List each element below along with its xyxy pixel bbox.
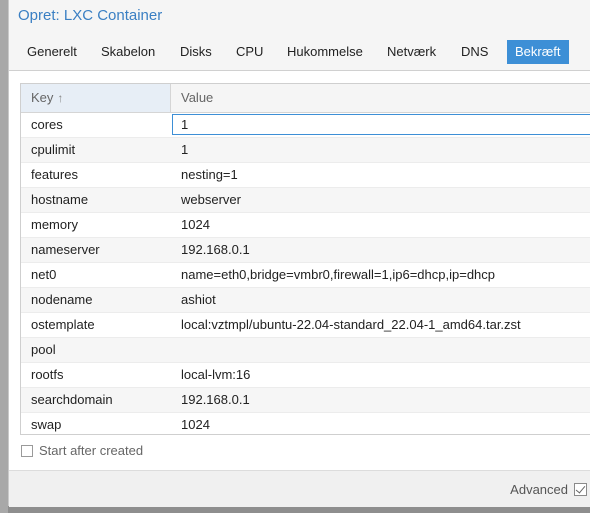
advanced-checkbox[interactable]	[574, 483, 587, 496]
row-value: local:vztmpl/ubuntu-22.04-standard_22.04…	[181, 317, 521, 332]
row-value: local-lvm:16	[181, 367, 251, 382]
table-row[interactable]: nodename ashiot	[21, 288, 590, 313]
row-key: net0	[31, 267, 57, 282]
row-key: ostemplate	[31, 317, 95, 332]
grid-rows: cores 1 cpulimit 1 features nesting=1 ho…	[21, 113, 590, 434]
row-key: searchdomain	[31, 392, 113, 407]
advanced-toggle[interactable]: Advanced	[510, 482, 587, 497]
tab-dns[interactable]: DNS	[453, 40, 496, 64]
start-after-created-label: Start after created	[39, 443, 144, 458]
row-value: 192.168.0.1	[181, 242, 250, 257]
row-value: ashiot	[181, 292, 216, 307]
dialog-title-bar[interactable]: Opret: LXC Container	[9, 0, 590, 34]
advanced-label: Advanced	[510, 482, 568, 497]
table-row[interactable]: cores 1	[21, 113, 590, 138]
row-value: webserver	[181, 192, 241, 207]
table-row[interactable]: net0 name=eth0,bridge=vmbr0,firewall=1,i…	[21, 263, 590, 288]
column-header-value[interactable]: Value	[171, 84, 590, 112]
start-after-created-option[interactable]: Start after created	[21, 443, 143, 459]
row-value: 1024	[181, 417, 210, 432]
tab-bekraeft[interactable]: Bekræft	[507, 40, 569, 64]
row-key: swap	[31, 417, 62, 432]
table-row[interactable]: ostemplate local:vztmpl/ubuntu-22.04-sta…	[21, 313, 590, 338]
row-value: 1	[181, 142, 189, 157]
row-key: memory	[31, 217, 78, 232]
row-key: hostname	[31, 192, 89, 207]
row-key: nameserver	[31, 242, 100, 257]
row-value: name=eth0,bridge=vmbr0,firewall=1,ip6=dh…	[181, 267, 496, 282]
row-key: cores	[31, 117, 63, 132]
confirm-panel: Key ↑ Value cores 1 cpulimit 1 features n…	[9, 70, 590, 471]
selected-cell-outline	[172, 114, 590, 135]
table-row[interactable]: swap 1024	[21, 413, 590, 434]
table-row[interactable]: hostname webserver	[21, 188, 590, 213]
arrow-up-icon: ↑	[57, 91, 64, 105]
table-row[interactable]: memory 1024	[21, 213, 590, 238]
row-key: pool	[31, 342, 56, 357]
tab-hukommelse[interactable]: Hukommelse	[279, 40, 371, 64]
row-key: nodename	[31, 292, 93, 307]
column-header-key-label: Key	[31, 90, 54, 105]
row-key: features	[31, 167, 78, 182]
table-row[interactable]: cpulimit 1	[21, 138, 590, 163]
dialog-title: Opret: LXC Container	[18, 7, 163, 24]
tab-generelt[interactable]: Generelt	[19, 40, 85, 64]
row-value: 1	[181, 117, 189, 132]
table-row[interactable]: features nesting=1	[21, 163, 590, 188]
tab-disks[interactable]: Disks	[172, 40, 220, 64]
tab-netvaerk[interactable]: Netværk	[379, 40, 444, 64]
tab-cpu[interactable]: CPU	[228, 40, 271, 64]
background-page-edge	[0, 0, 8, 513]
table-row[interactable]: nameserver 192.168.0.1	[21, 238, 590, 263]
tab-skabelon[interactable]: Skabelon	[93, 40, 163, 64]
row-key: rootfs	[31, 367, 64, 382]
table-row[interactable]: searchdomain 192.168.0.1	[21, 388, 590, 413]
grid-header: Key ↑ Value	[21, 84, 590, 113]
row-value: 1024	[181, 217, 210, 232]
table-row[interactable]: pool	[21, 338, 590, 363]
dialog-footer: Advanced	[9, 470, 590, 507]
create-lxc-dialog: Opret: LXC Container Generelt Skabelon D…	[8, 0, 590, 507]
row-key: cpulimit	[31, 142, 76, 157]
wizard-tabs: Generelt Skabelon Disks CPU Hukommelse N…	[9, 38, 590, 66]
summary-grid: Key ↑ Value cores 1 cpulimit 1 features n…	[20, 83, 590, 435]
row-value: 192.168.0.1	[181, 392, 250, 407]
column-header-key[interactable]: Key ↑	[21, 84, 171, 112]
start-after-created-checkbox[interactable]	[21, 445, 33, 457]
row-value: nesting=1	[181, 167, 238, 182]
table-row[interactable]: rootfs local-lvm:16	[21, 363, 590, 388]
